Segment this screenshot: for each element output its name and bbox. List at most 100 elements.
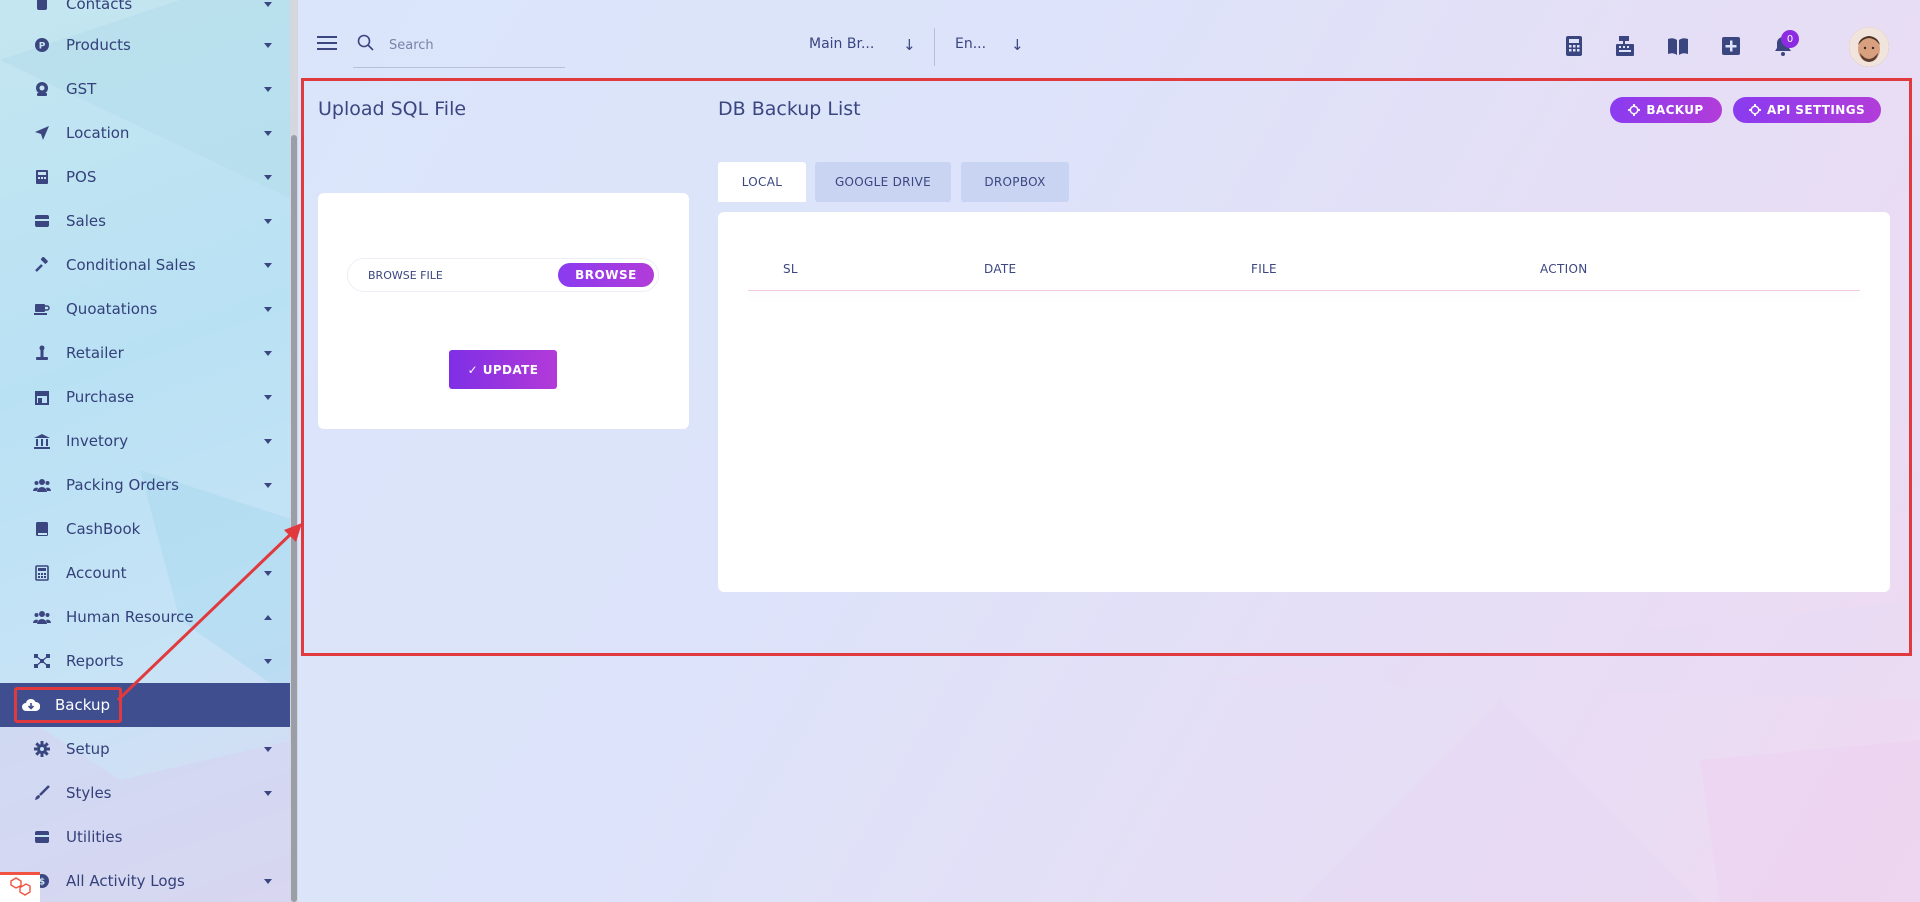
sidebar-item-sales[interactable]: Sales	[0, 199, 294, 243]
sidebar-item-reports[interactable]: Reports	[0, 639, 294, 683]
chevron-down-icon	[264, 658, 272, 664]
sidebar-item-label: Utilities	[66, 828, 123, 846]
search-box[interactable]	[353, 30, 565, 68]
sidebar-item-retailer[interactable]: Retailer	[0, 331, 294, 375]
backup-label: BACKUP	[1646, 103, 1704, 117]
tab-google-drive[interactable]: GOOGLE DRIVE	[815, 162, 951, 202]
sidebar-item-label: Location	[66, 124, 130, 142]
chart-nodes-icon	[33, 652, 51, 670]
chevron-down-icon	[264, 482, 272, 488]
coffee-cup-icon	[33, 300, 51, 318]
tab-dropbox[interactable]: DROPBOX	[961, 162, 1069, 202]
chevron-down-icon	[264, 394, 272, 400]
sidebar-item-label: Quoatations	[66, 300, 158, 318]
contacts-icon	[33, 0, 51, 13]
sidebar-item-label: Setup	[66, 740, 110, 758]
calculator-icon[interactable]	[1563, 35, 1585, 57]
chevron-down-icon	[264, 570, 272, 576]
sidebar-item-purchase[interactable]: Purchase	[0, 375, 294, 419]
utilities-icon	[33, 828, 51, 846]
topbar-divider	[934, 28, 935, 66]
chevron-up-icon	[264, 614, 272, 620]
column-header-file: FILE	[1251, 262, 1277, 276]
chevron-down-icon	[264, 174, 272, 180]
api-settings-button[interactable]: API SETTINGS	[1733, 97, 1881, 123]
sidebar-item-label: POS	[66, 168, 97, 186]
sidebar-item-account[interactable]: Account	[0, 551, 294, 595]
sidebar-item-pos[interactable]: POS	[0, 155, 294, 199]
sidebar-item-cashbook[interactable]: CashBook	[0, 507, 294, 551]
calculator-icon	[33, 564, 51, 582]
sidebar-item-label: Sales	[66, 212, 106, 230]
sidebar-item-label: Packing Orders	[66, 476, 179, 494]
chevron-down-icon	[264, 878, 272, 884]
sidebar-item-packing-orders[interactable]: Packing Orders	[0, 463, 294, 507]
location-arrow-icon	[33, 124, 51, 142]
column-header-date: DATE	[984, 262, 1017, 276]
chevron-down-icon	[264, 262, 272, 268]
sidebar: Contacts P Products GST Location POS Sal…	[0, 0, 294, 902]
svg-text:P: P	[39, 42, 46, 52]
branch-select[interactable]: Main Br...	[809, 36, 874, 52]
update-button[interactable]: ✓ UPDATE	[449, 350, 557, 389]
table-header-divider	[748, 290, 1860, 291]
sidebar-item-label: CashBook	[66, 520, 141, 538]
chevron-down-icon	[264, 790, 272, 796]
laravel-logo-icon[interactable]	[0, 872, 40, 902]
sidebar-item-label: Styles	[66, 784, 112, 802]
sidebar-item-invetory[interactable]: Invetory	[0, 419, 294, 463]
file-input[interactable]: BROWSE FILE BROWSE	[347, 258, 659, 292]
sidebar-item-setup[interactable]: Setup	[0, 727, 294, 771]
upload-card: BROWSE FILE BROWSE ✓ UPDATE	[318, 193, 689, 429]
column-header-action: ACTION	[1540, 262, 1588, 276]
highlight-box	[14, 687, 122, 723]
api-settings-label: API SETTINGS	[1766, 103, 1865, 117]
sidebar-item-styles[interactable]: Styles	[0, 771, 294, 815]
gear-icon	[1748, 104, 1761, 116]
hamburger-menu-icon[interactable]	[317, 36, 337, 54]
sidebar-item-gst[interactable]: GST	[0, 67, 294, 111]
chevron-down-icon	[264, 350, 272, 356]
search-input[interactable]	[389, 34, 559, 56]
avatar-image	[1849, 27, 1889, 67]
sidebar-item-label: Products	[66, 36, 131, 54]
browse-button[interactable]: BROWSE	[558, 263, 654, 287]
sidebar-item-products[interactable]: P Products	[0, 23, 294, 67]
users-icon	[33, 608, 51, 626]
tab-local[interactable]: LOCAL	[718, 162, 806, 202]
chevron-down-icon	[264, 218, 272, 224]
brush-icon	[33, 784, 51, 802]
pos-icon	[33, 168, 51, 186]
cash-register-icon[interactable]	[1614, 35, 1636, 57]
sidebar-item-label: Reports	[66, 652, 124, 670]
bank-icon	[33, 432, 51, 450]
chevron-down-icon	[264, 746, 272, 752]
scrollbar-thumb[interactable]	[291, 135, 297, 902]
sidebar-item-label: Contacts	[66, 0, 133, 13]
gear-icon	[1628, 104, 1641, 116]
sidebar-item-label: Account	[66, 564, 127, 582]
sidebar-item-conditional-sales[interactable]: Conditional Sales	[0, 243, 294, 287]
sidebar-item-label: Human Resource	[66, 608, 194, 626]
chevron-down-icon	[264, 130, 272, 136]
sidebar-item-location[interactable]: Location	[0, 111, 294, 155]
sidebar-item-all-activity-logs[interactable]: $ All Activity Logs	[0, 859, 294, 902]
arrow-down-icon[interactable]: ↓	[1011, 36, 1024, 54]
backup-button[interactable]: BACKUP	[1610, 97, 1722, 123]
sidebar-item-quoatations[interactable]: Quoatations	[0, 287, 294, 331]
backup-table: SL DATE FILE ACTION	[718, 212, 1890, 592]
sidebar-scrollbar[interactable]	[290, 0, 298, 902]
open-book-icon[interactable]	[1667, 35, 1689, 57]
retailer-icon	[33, 344, 51, 362]
avatar[interactable]	[1849, 27, 1889, 67]
sidebar-item-label: GST	[66, 80, 97, 98]
sidebar-item-human-resource[interactable]: Human Resource	[0, 595, 294, 639]
notification-badge: 0	[1781, 30, 1799, 48]
users-icon	[33, 476, 51, 494]
arrow-down-icon[interactable]: ↓	[903, 36, 916, 54]
language-select[interactable]: En...	[955, 36, 986, 52]
plus-square-icon[interactable]	[1720, 35, 1742, 57]
upload-sql-title: Upload SQL File	[318, 98, 467, 120]
gst-icon	[33, 80, 51, 98]
sidebar-item-utilities[interactable]: Utilities	[0, 815, 294, 859]
